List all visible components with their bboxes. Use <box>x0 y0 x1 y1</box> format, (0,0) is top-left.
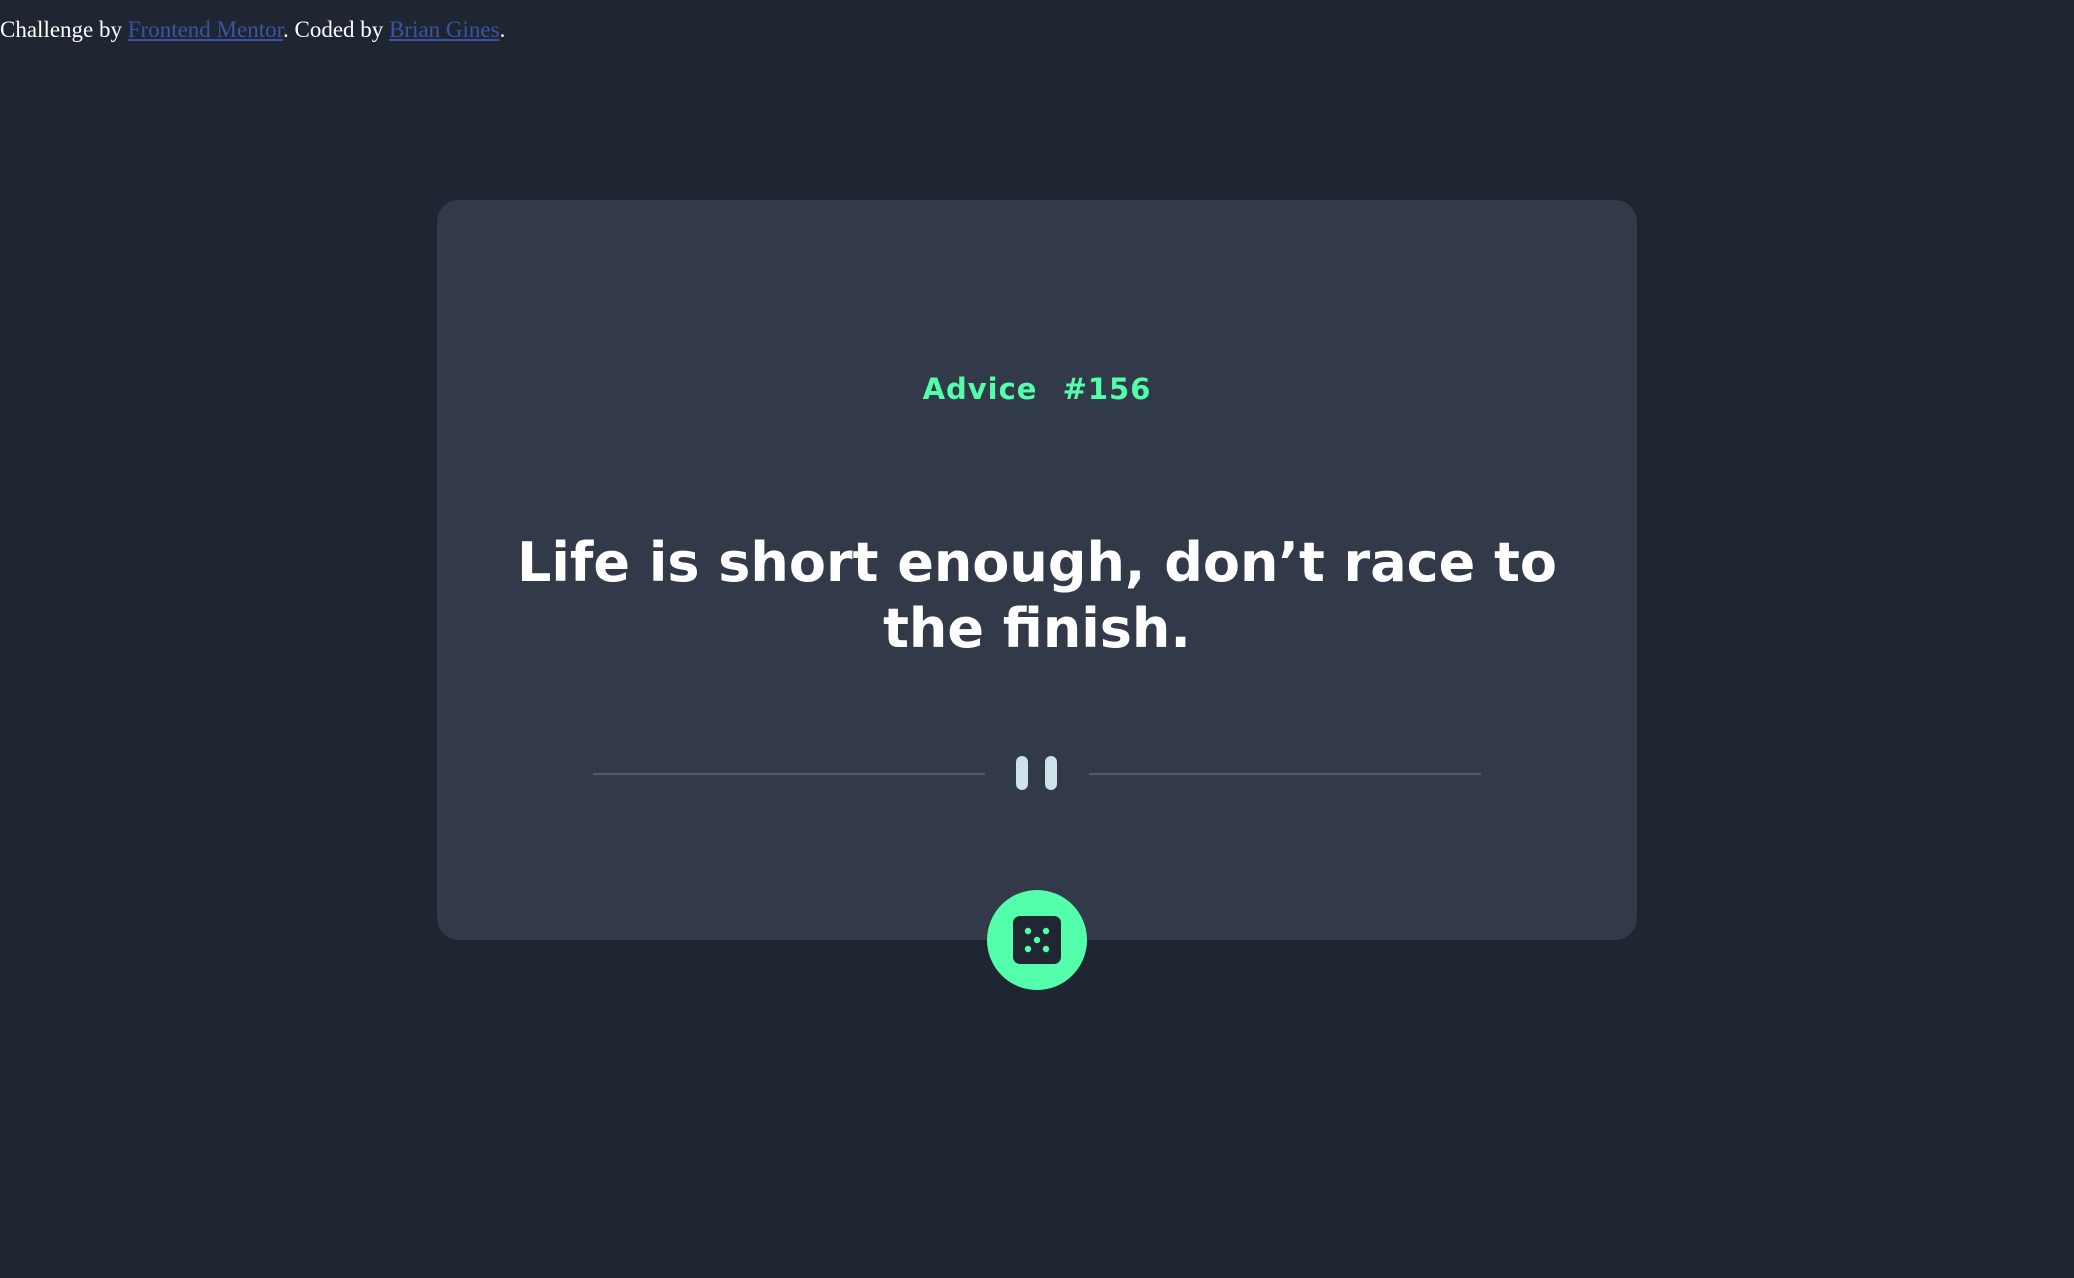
advice-card: Advice #156 Life is short enough, don’t … <box>437 200 1637 940</box>
pause-bar-left <box>1016 756 1028 790</box>
divider-line-left <box>593 773 985 775</box>
divider-line-right <box>1089 773 1481 775</box>
attribution-middle: . Coded by <box>283 17 390 42</box>
pause-divider-icon <box>593 756 1481 790</box>
author-link[interactable]: Brian Gines <box>389 17 500 42</box>
advice-id: Advice #156 <box>437 372 1637 406</box>
pause-bar-right <box>1045 756 1057 790</box>
advice-quote: Life is short enough, don’t race to the … <box>517 531 1557 660</box>
advice-label: Advice <box>922 372 1038 406</box>
frontend-mentor-link[interactable]: Frontend Mentor <box>128 17 283 42</box>
new-advice-button[interactable] <box>987 890 1087 990</box>
attribution: Challenge by Frontend Mentor. Coded by B… <box>0 14 505 46</box>
attribution-suffix: . <box>499 17 506 42</box>
advice-number: #156 <box>1062 372 1152 406</box>
pause-icon <box>1016 756 1058 790</box>
dice-icon <box>1013 916 1061 964</box>
attribution-prefix: Challenge by <box>0 17 128 42</box>
